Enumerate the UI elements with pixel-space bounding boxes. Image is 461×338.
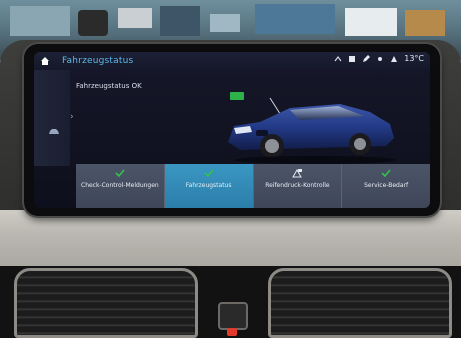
air-vent-right — [268, 268, 452, 338]
tire-warning-icon — [292, 169, 303, 178]
edit-icon — [363, 54, 371, 62]
status-area: 13°C — [334, 54, 424, 63]
background-poster — [255, 4, 335, 34]
signal-icon — [378, 56, 383, 61]
side-panel-arrow-icon[interactable]: › — [70, 112, 76, 130]
background-object — [118, 8, 152, 28]
air-vent-left — [14, 268, 198, 338]
tile-service[interactable]: Service-Bedarf — [342, 164, 430, 208]
background-monitor — [160, 6, 200, 36]
background-paper — [345, 8, 397, 36]
tile-tire-pressure[interactable]: Reifendruck-Kontrolle — [254, 164, 343, 208]
chevron-up-icon[interactable] — [334, 55, 342, 63]
phone-icon — [349, 55, 356, 62]
hazard-button[interactable] — [218, 302, 248, 330]
person-icon — [391, 55, 398, 62]
home-icon[interactable] — [40, 56, 50, 66]
check-icon — [115, 169, 125, 178]
hazard-light — [227, 328, 237, 336]
side-panel[interactable] — [34, 70, 70, 166]
background-shelf — [10, 6, 70, 36]
tile-label: Reifendruck-Kontrolle — [265, 182, 330, 189]
tile-vehicle-status[interactable]: Fahrzeugstatus — [164, 164, 254, 208]
tile-label: Fahrzeugstatus — [185, 182, 232, 189]
top-bar: Fahrzeugstatus 13°C — [34, 52, 430, 70]
background-object — [210, 14, 240, 32]
tile-label: Check-Control-Meldungen — [81, 182, 159, 189]
car-image — [228, 97, 395, 164]
tile-label: Service-Bedarf — [364, 182, 409, 189]
temperature-readout: 13°C — [404, 54, 424, 63]
car-icon — [49, 129, 59, 134]
check-icon — [204, 169, 214, 178]
infotainment-screen: Fahrzeugstatus 13°C › Fahrzeugstatus OK … — [34, 52, 430, 208]
status-subtitle: Fahrzeugstatus OK — [76, 82, 142, 90]
dashboard-trim — [0, 210, 461, 274]
tile-check-control[interactable]: Check-Control-Meldungen — [76, 164, 165, 208]
background-object — [78, 10, 108, 36]
background-object — [405, 10, 445, 36]
check-icon — [381, 169, 391, 178]
function-tiles: Check-Control-Meldungen Fahrzeugstatus R… — [76, 164, 430, 208]
page-title: Fahrzeugstatus — [62, 56, 134, 66]
